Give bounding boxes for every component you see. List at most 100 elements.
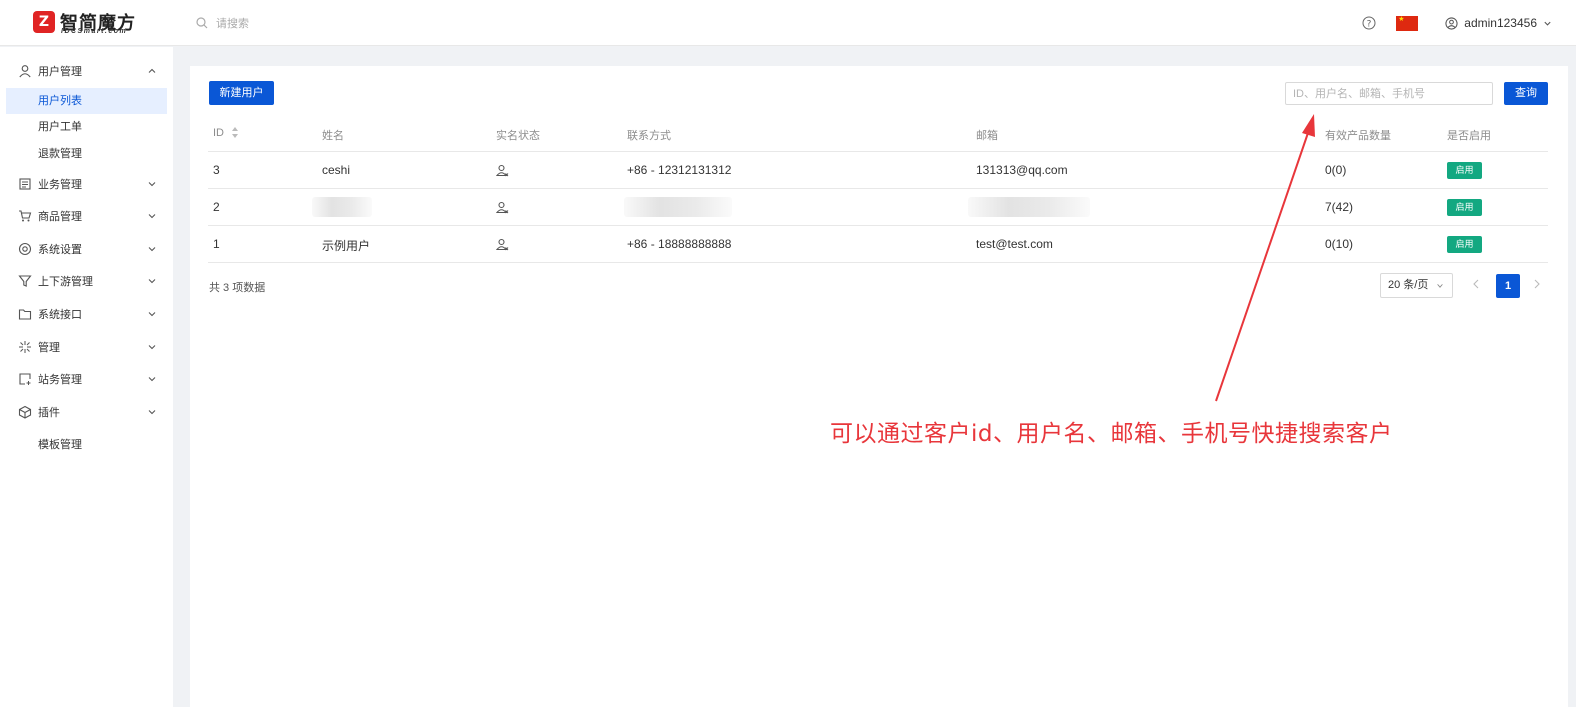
cell-id: 2 (213, 200, 220, 214)
folder-icon (18, 309, 32, 320)
cube-icon (18, 405, 32, 419)
cell-active-products: 7(42) (1325, 200, 1354, 214)
sidebar-item-user-management[interactable]: 用户管理 (6, 58, 167, 84)
cell-name[interactable]: ceshi (322, 163, 350, 177)
column-header-contact: 联系方式 (627, 130, 671, 142)
cart-icon (19, 210, 32, 222)
column-header-id[interactable]: ID (213, 127, 238, 139)
column-header-name: 姓名 (322, 130, 344, 142)
user-circle-icon (1445, 16, 1458, 30)
top-bar: Z 智简魔方 IDCSmart.com 请搜索 ? admin123456 (0, 0, 1576, 46)
site-icon (19, 373, 31, 385)
annotation-text: 可以通过客户id、用户名、邮箱、手机号快捷搜索客户 (830, 421, 1393, 447)
cell-id: 1 (213, 237, 220, 251)
sidebar-item-business[interactable]: 业务管理 (6, 171, 167, 197)
page-size-select[interactable]: 20 条/页 (1380, 273, 1453, 298)
table-row[interactable]: 3 ceshi +86 - 12312131312 131313@qq.com … (208, 152, 1548, 189)
redacted-name (312, 197, 372, 217)
user-table: ID 姓名 实名状态 联系方式 邮箱 有效产品数量 是否启用 3 ceshi +… (208, 114, 1548, 263)
global-search-placeholder[interactable]: 请搜索 (216, 15, 249, 31)
sidebar-item-products[interactable]: 商品管理 (6, 203, 167, 229)
sidebar-subitem-user-list[interactable]: 用户列表 (6, 88, 167, 114)
user-icon (19, 65, 31, 78)
query-button[interactable]: 查询 (1504, 82, 1548, 105)
page-1-button[interactable]: 1 (1496, 274, 1520, 298)
sparkle-icon (19, 341, 31, 353)
logo-subtitle: IDCSmart.com (61, 28, 128, 35)
cell-id: 3 (213, 163, 220, 177)
prev-page-icon[interactable] (1472, 279, 1480, 289)
logo[interactable]: Z 智简魔方 IDCSmart.com (33, 10, 143, 36)
username: admin123456 (1464, 16, 1537, 30)
realname-unverified-icon (496, 238, 509, 251)
sidebar-item-plugins[interactable]: 插件 (6, 399, 167, 425)
chevron-down-icon (1437, 284, 1443, 288)
status-badge[interactable]: 启用 (1447, 162, 1482, 179)
realname-unverified-icon (496, 201, 509, 214)
sidebar-item-system-settings[interactable]: 系统设置 (6, 236, 167, 262)
column-header-active-products: 有效产品数量 (1325, 130, 1391, 142)
sidebar-item-system-interfaces[interactable]: 系统接口 (6, 301, 167, 327)
sidebar-subitem-refunds[interactable]: 退款管理 (6, 141, 167, 167)
column-header-label: ID (213, 127, 224, 139)
chevron-down-icon (148, 182, 156, 187)
column-header-realname-status: 实名状态 (496, 130, 540, 142)
sidebar-item-label: 插件 (38, 407, 60, 419)
page-size-value: 20 条/页 (1388, 279, 1429, 291)
user-menu[interactable]: admin123456 (1445, 16, 1552, 30)
help-icon[interactable]: ? (1362, 16, 1376, 30)
chevron-down-icon (148, 377, 156, 382)
list-icon (19, 178, 31, 190)
total-count: 共 3 项数据 (209, 282, 266, 294)
logo-mark: Z (33, 11, 55, 33)
sidebar: 用户管理 用户列表 用户工单 退款管理 业务管理 商品管理 系统设置 上下游管理… (0, 47, 173, 707)
sort-icon[interactable] (232, 127, 238, 138)
table-header: ID 姓名 实名状态 联系方式 邮箱 有效产品数量 是否启用 (208, 114, 1548, 152)
sidebar-item-label: 系统设置 (38, 244, 82, 256)
table-row[interactable]: 2 7(42) 启用 (208, 189, 1548, 226)
status-badge[interactable]: 启用 (1447, 199, 1482, 216)
sidebar-subitem-user-tickets[interactable]: 用户工单 (6, 114, 167, 140)
sidebar-item-label: 管理 (38, 342, 60, 354)
sidebar-item-templates[interactable]: 模板管理 (6, 432, 167, 458)
cell-name[interactable]: 示例用户 (322, 237, 370, 254)
chevron-down-icon (148, 214, 156, 219)
chevron-down-icon (1544, 21, 1551, 26)
svg-text:?: ? (1367, 20, 1372, 30)
chevron-down-icon (148, 312, 156, 317)
filter-icon (18, 275, 32, 287)
user-search-input[interactable] (1285, 82, 1493, 105)
chevron-down-icon (148, 247, 156, 252)
cell-email: test@test.com (976, 237, 1053, 251)
chevron-up-icon (148, 68, 156, 73)
sidebar-item-label: 上下游管理 (38, 276, 93, 288)
top-right-tools: ? admin123456 (1362, 12, 1552, 34)
cell-contact: +86 - 18888888888 (627, 237, 732, 251)
main-panel: 新建用户 查询 ID 姓名 实名状态 联系方式 邮箱 有效产品数量 是否启用 3… (190, 66, 1568, 707)
next-page-icon[interactable] (1533, 279, 1541, 289)
global-search[interactable]: 请搜索 (196, 14, 249, 32)
redacted-contact (624, 197, 732, 217)
chevron-down-icon (148, 279, 156, 284)
sidebar-item-label: 用户管理 (38, 66, 82, 78)
cell-active-products: 0(10) (1325, 237, 1354, 251)
sidebar-item-management[interactable]: 管理 (6, 334, 167, 360)
sidebar-item-label: 系统接口 (38, 309, 82, 321)
column-header-email: 邮箱 (976, 130, 998, 142)
status-badge[interactable]: 启用 (1447, 236, 1482, 253)
sidebar-item-label: 商品管理 (38, 211, 82, 223)
cell-active-products: 0(0) (1325, 163, 1347, 177)
gear-icon (18, 242, 32, 256)
table-row[interactable]: 1 示例用户 +86 - 18888888888 test@test.com 0… (208, 226, 1548, 263)
sidebar-item-site-affairs[interactable]: 站务管理 (6, 366, 167, 392)
china-flag-icon[interactable] (1396, 15, 1419, 31)
new-user-button[interactable]: 新建用户 (209, 81, 274, 105)
chevron-down-icon (148, 410, 156, 415)
cell-email: 131313@qq.com (976, 163, 1068, 177)
chevron-down-icon (148, 345, 156, 350)
sidebar-item-upstream-downstream[interactable]: 上下游管理 (6, 268, 167, 294)
column-header-enabled: 是否启用 (1447, 130, 1491, 142)
search-icon (196, 17, 208, 29)
realname-unverified-icon (496, 164, 509, 177)
cell-contact: +86 - 12312131312 (627, 163, 732, 177)
